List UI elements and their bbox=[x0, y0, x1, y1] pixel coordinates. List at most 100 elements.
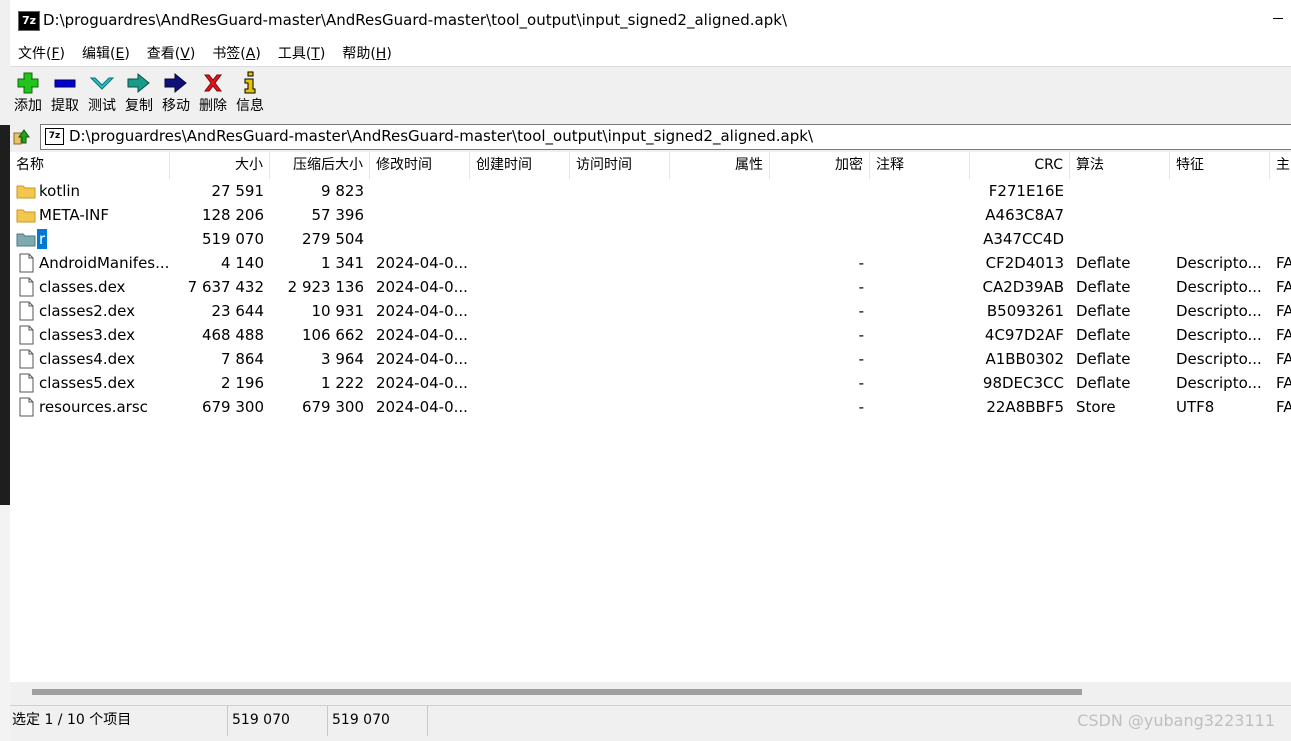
menu-view[interactable]: 查看(V) bbox=[147, 40, 205, 66]
info-button[interactable]: 信息 bbox=[232, 69, 268, 119]
column-header-created[interactable]: 创建时间 bbox=[470, 152, 570, 179]
table-row[interactable]: classes3.dex 468 488 106 662 2024-04-0... - 4… bbox=[10, 323, 1291, 347]
menu-accelerator: V bbox=[180, 46, 190, 62]
file-icon bbox=[19, 301, 34, 321]
menu-label-end: ) bbox=[386, 46, 392, 62]
minimize-button[interactable] bbox=[1273, 18, 1283, 19]
up-folder-button[interactable] bbox=[11, 125, 33, 147]
cell-size: 679 300 bbox=[201, 398, 264, 416]
cell-character: UTF8 bbox=[1176, 398, 1215, 416]
table-row[interactable]: META-INF 128 206 57 396 A463C8A7 bbox=[10, 203, 1291, 227]
cell-encrypted: - bbox=[858, 278, 864, 296]
menu-label-end: ) bbox=[189, 46, 196, 62]
cell-crc: A347CC4D bbox=[983, 230, 1064, 248]
move-button[interactable]: 移动 bbox=[158, 69, 194, 119]
menu-accelerator: H bbox=[375, 46, 387, 62]
extract-button[interactable]: 提取 bbox=[47, 69, 83, 119]
cell-method bbox=[1070, 227, 1170, 251]
cell-encrypted: - bbox=[858, 302, 864, 320]
cell-packed: 279 504 bbox=[301, 230, 364, 248]
cell-crc: 4C97D2AF bbox=[984, 326, 1064, 344]
cell-crc: A463C8A7 bbox=[985, 206, 1064, 224]
menu-label: 书签( bbox=[212, 46, 246, 62]
cell-encrypted: - bbox=[858, 374, 864, 392]
table-row[interactable]: classes4.dex 7 864 3 964 2024-04-0... - A1BB0… bbox=[10, 347, 1291, 371]
column-header-packed[interactable]: 压缩后大小 bbox=[270, 152, 370, 179]
name-cell: classes3.dex bbox=[14, 323, 174, 347]
cell-host bbox=[1270, 227, 1291, 251]
menu-accelerator: E bbox=[115, 46, 125, 62]
folder-icon bbox=[16, 233, 36, 247]
cell-host: FA bbox=[1276, 374, 1291, 392]
column-header-accessed[interactable]: 访问时间 bbox=[570, 152, 670, 179]
path-input[interactable]: 7z D:\proguardres\AndResGuard-master\And… bbox=[40, 124, 1291, 150]
file-icon bbox=[19, 397, 34, 417]
move-label: 移动 bbox=[162, 98, 190, 114]
cell-crc: F271E16E bbox=[988, 182, 1064, 200]
cell-host: FA bbox=[1276, 302, 1291, 320]
table-row[interactable]: kotlin 27 591 9 823 F271E16E bbox=[10, 179, 1291, 203]
table-row[interactable]: classes2.dex 23 644 10 931 2024-04-0... - B50… bbox=[10, 299, 1291, 323]
cell-crc: CF2D4013 bbox=[985, 254, 1064, 272]
watermark: CSDN @yubang3223111 bbox=[1077, 711, 1275, 730]
file-list[interactable]: 名称 大小 压缩后大小 修改时间 创建时间 访问时间 属性 加密 注释 CRC 算法 特征主 kotl… bbox=[10, 152, 1291, 682]
menu-bookmarks[interactable]: 书签(A) bbox=[212, 40, 270, 66]
column-header-modified[interactable]: 修改时间 bbox=[370, 152, 470, 179]
menu-file[interactable]: 文件(F) bbox=[18, 40, 74, 66]
table-row[interactable]: classes5.dex 2 196 1 222 2024-04-0... - 98DEC… bbox=[10, 371, 1291, 395]
copy-arrow-icon bbox=[127, 72, 150, 94]
path-text: D:\proguardres\AndResGuard-master\AndRes… bbox=[69, 127, 814, 145]
cell-method bbox=[1070, 179, 1170, 203]
table-row[interactable]: AndroidManifes... 4 140 1 341 2024-04-0... -… bbox=[10, 251, 1291, 275]
file-icon bbox=[19, 349, 34, 369]
column-header-attributes[interactable]: 属性 bbox=[670, 152, 770, 179]
test-button[interactable]: 测试 bbox=[84, 69, 120, 119]
add-button[interactable]: 添加 bbox=[10, 69, 46, 119]
cell-crc: 22A8BBF5 bbox=[986, 398, 1064, 416]
column-header-name[interactable]: 名称 bbox=[10, 152, 170, 179]
delete-x-icon bbox=[204, 74, 222, 92]
folder-icon bbox=[16, 185, 36, 199]
status-selection: 选定 1 / 10 个项目 bbox=[10, 706, 228, 736]
menu-tools[interactable]: 工具(T) bbox=[278, 40, 335, 66]
up-folder-icon bbox=[13, 129, 30, 145]
column-header-comment[interactable]: 注释 bbox=[870, 152, 970, 179]
menu-label-end: ) bbox=[255, 46, 261, 62]
cell-packed: 679 300 bbox=[301, 398, 364, 416]
cell-modified: 2024-04-0... bbox=[376, 278, 468, 296]
column-header-size[interactable]: 大小 bbox=[170, 152, 270, 179]
table-row[interactable]: classes.dex 7 637 432 2 923 136 2024-04-0..… bbox=[10, 275, 1291, 299]
cell-size: 7 637 432 bbox=[187, 278, 264, 296]
cell-size: 2 196 bbox=[221, 374, 264, 392]
column-header-character[interactable]: 特征 bbox=[1170, 152, 1270, 179]
file-name: META-INF bbox=[39, 206, 110, 224]
cell-character: Descripto... bbox=[1176, 254, 1262, 272]
scrollbar-thumb[interactable] bbox=[32, 689, 1082, 695]
status-bar: 选定 1 / 10 个项目 519 070 519 070 CSDN @yuba… bbox=[10, 705, 1291, 736]
column-header-host[interactable]: 主 bbox=[1270, 152, 1291, 179]
table-row[interactable]: r 519 070 279 504 A347CC4D bbox=[10, 227, 1291, 251]
menu-help[interactable]: 帮助(H) bbox=[342, 40, 400, 66]
title-bar[interactable]: 7z D:\proguardres\AndResGuard-master\And… bbox=[10, 0, 1291, 40]
minus-icon bbox=[54, 79, 76, 88]
file-name: classes4.dex bbox=[39, 350, 135, 368]
name-cell: classes4.dex bbox=[14, 347, 174, 371]
file-name: AndroidManifes... bbox=[39, 254, 170, 272]
menu-label: 帮助( bbox=[342, 46, 376, 62]
cell-encrypted bbox=[770, 203, 870, 227]
cell-host: FA bbox=[1276, 254, 1291, 272]
column-header-method[interactable]: 算法 bbox=[1070, 152, 1170, 179]
cell-packed: 3 964 bbox=[321, 350, 364, 368]
horizontal-scrollbar[interactable] bbox=[10, 682, 1291, 702]
copy-button[interactable]: 复制 bbox=[121, 69, 157, 119]
file-name: classes5.dex bbox=[39, 374, 135, 392]
column-header-crc[interactable]: CRC bbox=[970, 152, 1070, 179]
delete-button[interactable]: 删除 bbox=[195, 69, 231, 119]
cell-character: Descripto... bbox=[1176, 350, 1262, 368]
menu-edit[interactable]: 编辑(E) bbox=[82, 40, 139, 66]
toolbar: 添加 提取 测试 复制 移动 删除 信息 bbox=[10, 66, 1291, 123]
table-row[interactable]: resources.arsc 679 300 679 300 2024-04-0...… bbox=[10, 395, 1291, 419]
cell-character bbox=[1170, 179, 1270, 203]
name-cell: resources.arsc bbox=[14, 395, 174, 419]
column-header-encrypted[interactable]: 加密 bbox=[770, 152, 870, 179]
